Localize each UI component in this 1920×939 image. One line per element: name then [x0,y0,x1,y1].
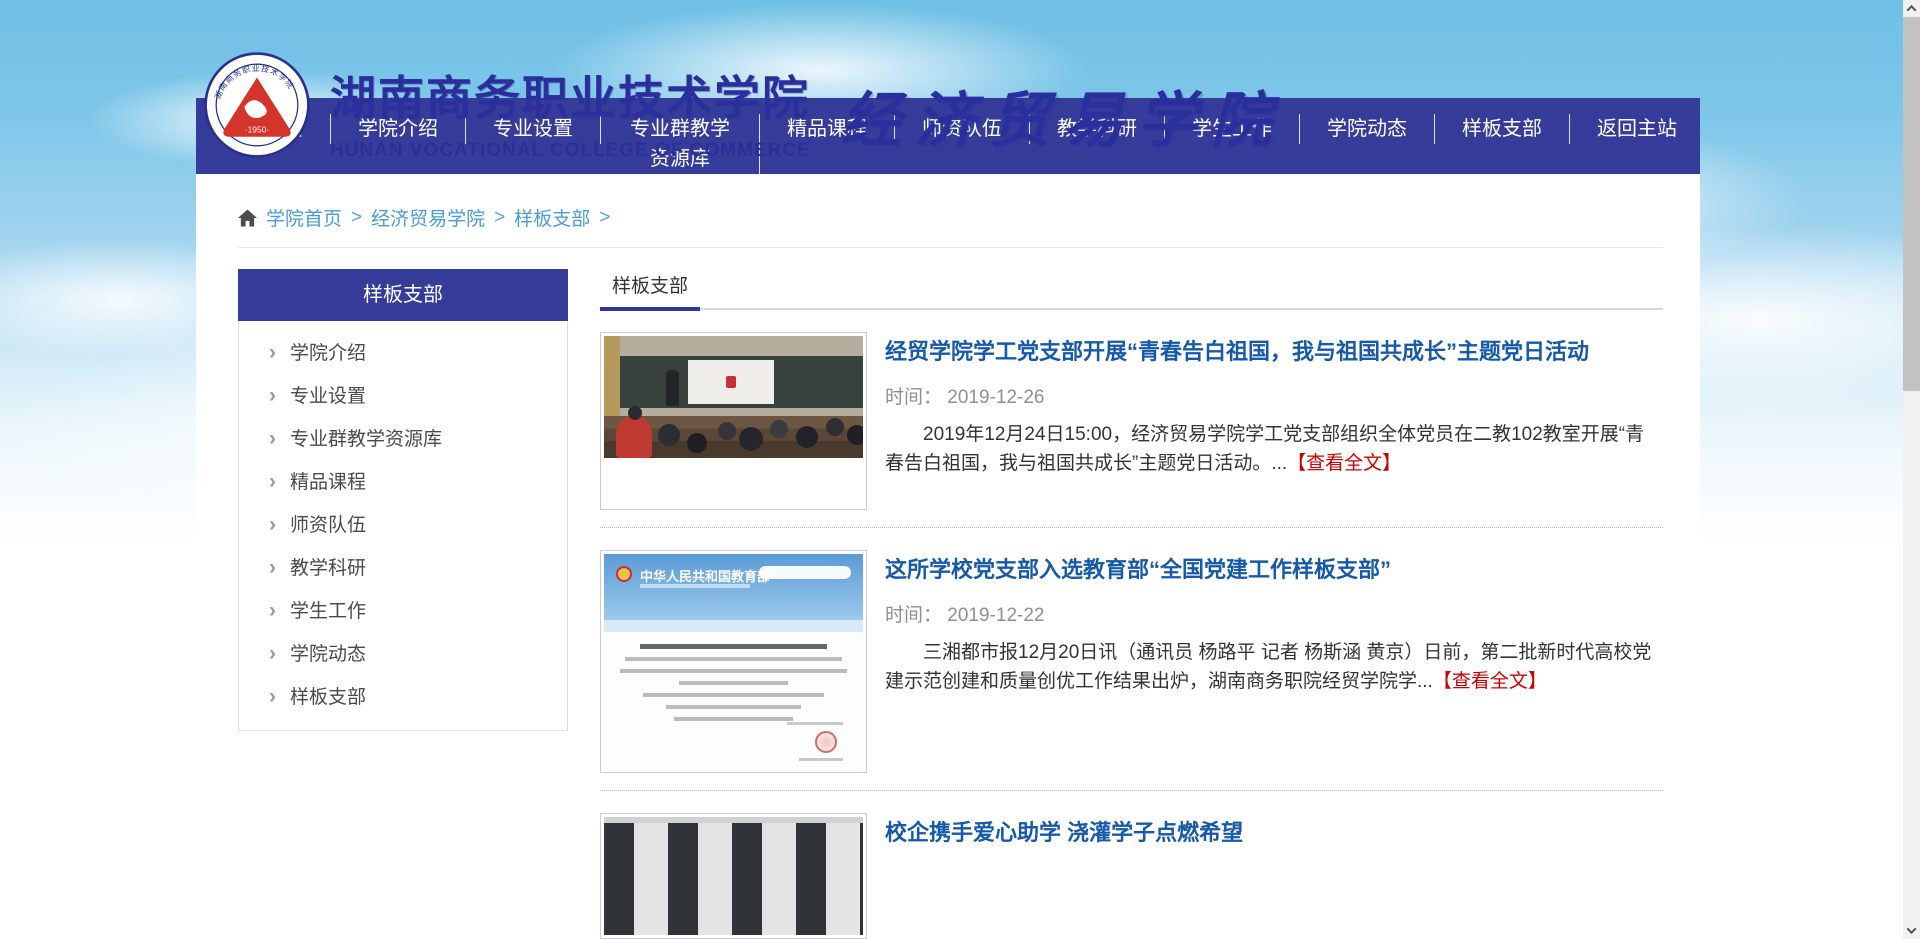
article-summary: 2019年12月24日15:00，经济贸易学院学工党支部组织全体党员在二教102… [885,420,1663,478]
photo-detail [679,681,788,685]
photo-detail [604,632,863,769]
photo-detail [620,669,848,673]
building-photo [604,817,863,935]
photo-detail [640,644,826,649]
site-title: 经济贸易学院 [841,72,1285,159]
chevron-up-icon [1907,5,1917,15]
search-box-graphic [759,566,851,579]
ministry-website-screenshot: 中华人民共和国教育部 [604,554,863,769]
photo-detail [616,416,652,458]
chevron-right-icon: › [269,685,276,708]
photo-detail [604,620,863,632]
breadcrumb-separator: > [599,207,610,229]
read-more-link[interactable]: 【查看全文】 [1287,453,1401,474]
red-seal-graphic [815,731,837,753]
breadcrumb: 学院首页 > 经济贸易学院 > 样板支部 > [238,200,1663,248]
photo-detail: 中华人民共和国教育部 [604,554,863,620]
article-thumbnail[interactable]: 中华人民共和国教育部 [600,550,867,773]
article-row: 经贸学院学工党支部开展“青春告白祖国，我与祖国共成长”主题党日活动 时间： 20… [600,332,1663,510]
article-row: 中华人民共和国教育部 [600,550,1663,773]
college-logo[interactable]: 湖南商务职业技术学院 ·1950· [204,50,310,160]
photo-detail [640,584,750,588]
photo-detail [628,406,642,420]
tab-row: 样板支部 [600,269,1663,310]
article-list-panel: 样板支部 [600,269,1663,939]
photo-detail [666,370,679,406]
moe-site-name: 中华人民共和国教育部 [640,566,770,585]
sidebar-item-teaching-research[interactable]: ›教学科研 [239,546,567,589]
scrollbar-down-button[interactable] [1903,922,1920,939]
chevron-down-icon [1907,924,1917,934]
article-thumbnail[interactable] [600,332,867,510]
content-columns: 样板支部 ›学院介绍 ›专业设置 ›专业群教学资源库 ›精品课程 ›师资队伍 ›… [238,269,1663,939]
sidebar-item-majors[interactable]: ›专业设置 [239,374,567,417]
logo-year: ·1950· [245,125,269,135]
chevron-right-icon: › [269,599,276,622]
sidebar-item-student-work[interactable]: ›学生工作 [239,589,567,632]
photo-detail [726,376,736,388]
article-body: 校企携手爱心助学 浇灌学子点燃希望 [885,813,1663,939]
sidebar-title: 样板支部 [238,269,568,321]
article-separator [600,527,1663,528]
chevron-right-icon: › [269,642,276,665]
breadcrumb-separator: > [351,207,362,229]
tab-model-branch[interactable]: 样板支部 [600,269,700,311]
article-title-link[interactable]: 校企携手爱心助学 浇灌学子点燃希望 [885,819,1243,848]
scrollbar-up-button[interactable] [1903,0,1920,17]
sidebar-item-college-news[interactable]: ›学院动态 [239,632,567,675]
photo-detail [643,693,824,697]
article-summary: 三湘都市报12月20日讯（通讯员 杨路平 记者 杨斯涵 黄京）日前，第二批新时代… [885,638,1663,696]
college-name-block: 湖南商务职业技术学院 HUNAN VOCATIONAL COLLEGE OF C… [330,62,811,162]
photo-detail [625,657,843,661]
classroom-photo [604,336,863,458]
chevron-right-icon: › [269,470,276,493]
photo-detail [799,758,843,761]
chevron-right-icon: › [269,556,276,579]
breadcrumb-separator: > [494,207,505,229]
college-name-cn: 湖南商务职业技术学院 [330,62,811,128]
chevron-right-icon: › [269,341,276,364]
chevron-right-icon: › [269,384,276,407]
breadcrumb-college-link[interactable]: 经济贸易学院 [371,204,485,231]
page-wrapper: 湖南商务职业技术学院 ·1950· 湖南商务职业技术学院 HUNAN VOCAT… [196,0,1700,939]
article-title-link[interactable]: 这所学校党支部入选教育部“全国党建工作样板支部” [885,556,1391,585]
article-title-link[interactable]: 经贸学院学工党支部开展“青春告白祖国，我与祖国共成长”主题党日活动 [885,338,1589,367]
home-icon [238,209,257,227]
photo-detail [787,722,843,725]
nav-item-college-news[interactable]: 学院动态 [1300,114,1435,144]
photo-detail [674,717,793,721]
sidebar-item-teaching-resources[interactable]: ›专业群教学资源库 [239,417,567,460]
read-more-link[interactable]: 【查看全文】 [1433,671,1547,692]
article-row: 校企携手爱心助学 浇灌学子点燃希望 [600,813,1663,939]
sidebar: 样板支部 ›学院介绍 ›专业设置 ›专业群教学资源库 ›精品课程 ›师资队伍 ›… [238,269,568,731]
chevron-right-icon: › [269,513,276,536]
sidebar-menu: ›学院介绍 ›专业设置 ›专业群教学资源库 ›精品课程 ›师资队伍 ›教学科研 … [238,321,568,731]
header-banner: 湖南商务职业技术学院 ·1950· 湖南商务职业技术学院 HUNAN VOCAT… [196,0,1700,98]
sidebar-item-model-branch[interactable]: ›样板支部 [239,675,567,718]
chevron-right-icon: › [269,427,276,450]
sidebar-item-quality-courses[interactable]: ›精品课程 [239,460,567,503]
college-name-en: HUNAN VOCATIONAL COLLEGE OF COMMERCE [330,140,811,162]
sidebar-item-faculty[interactable]: ›师资队伍 [239,503,567,546]
sidebar-item-college-intro[interactable]: ›学院介绍 [239,331,567,374]
article-time: 时间： 2019-12-22 [885,600,1663,627]
article-body: 经贸学院学工党支部开展“青春告白祖国，我与祖国共成长”主题党日活动 时间： 20… [885,332,1663,510]
breadcrumb-home-link[interactable]: 学院首页 [266,204,342,231]
article-time: 时间： 2019-12-26 [885,382,1663,409]
scrollbar[interactable] [1903,0,1920,939]
nav-item-main-site[interactable]: 返回主站 [1570,114,1704,144]
photo-detail [666,705,801,709]
page-body: 学院首页 > 经济贸易学院 > 样板支部 > 样板支部 ›学院介绍 ›专业设置 … [196,174,1700,939]
nav-item-model-branch[interactable]: 样板支部 [1435,114,1570,144]
breadcrumb-model-branch-link[interactable]: 样板支部 [514,204,590,231]
national-emblem-icon [616,566,632,582]
article-separator [600,790,1663,791]
article-thumbnail[interactable] [600,813,867,939]
scrollbar-thumb[interactable] [1903,17,1920,391]
article-body: 这所学校党支部入选教育部“全国党建工作样板支部” 时间： 2019-12-22 … [885,550,1663,773]
